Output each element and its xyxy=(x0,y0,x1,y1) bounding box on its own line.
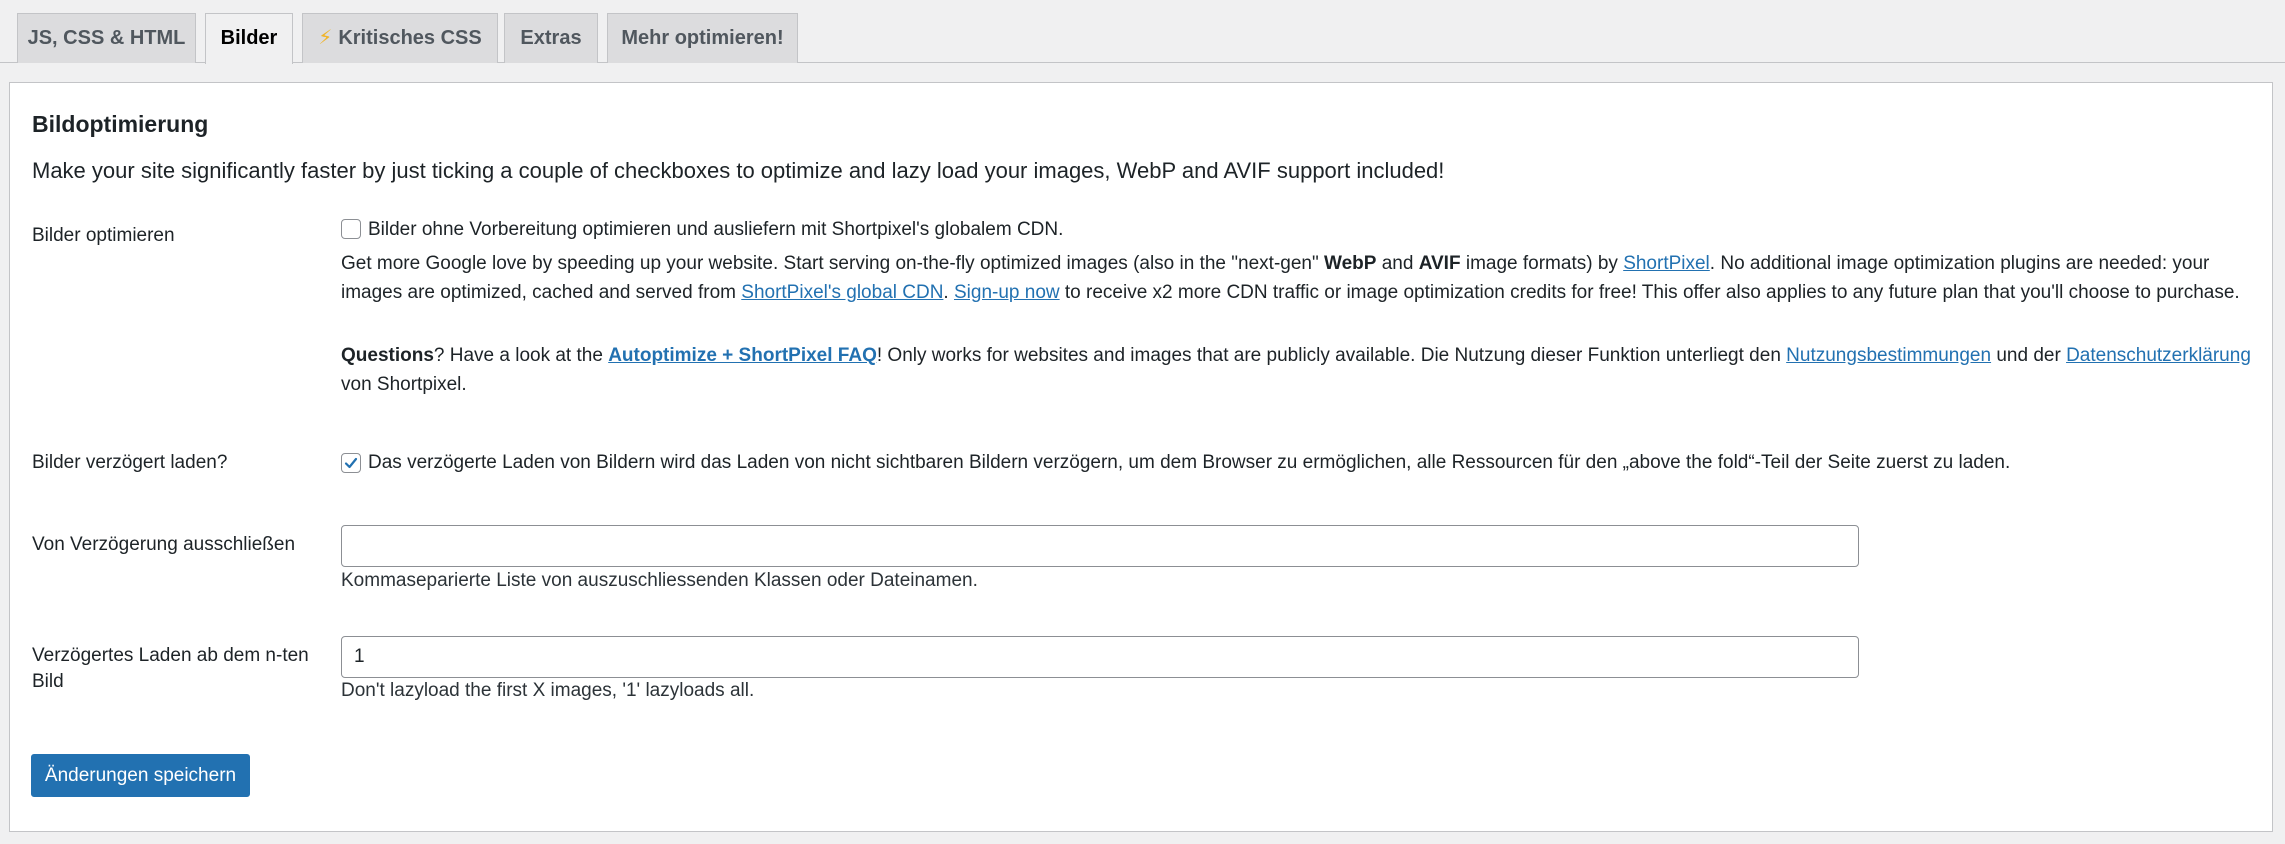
tab-kritisches-css-label: Kritisches CSS xyxy=(338,27,482,49)
optimize-images-checkbox[interactable] xyxy=(341,219,361,239)
lazyload-checkbox-label[interactable]: Das verzögerte Laden von Bildern wird da… xyxy=(368,448,2010,477)
settings-panel: Bildoptimierung Make your site significa… xyxy=(9,82,2273,832)
desc-text: . xyxy=(943,282,954,303)
shortpixel-link[interactable]: ShortPixel xyxy=(1623,253,1710,274)
signup-link[interactable]: Sign-up now xyxy=(954,282,1060,303)
desc-webp: WebP xyxy=(1324,253,1377,274)
lazyload-checkbox[interactable] xyxy=(341,453,361,473)
optimize-questions: Questions? Have a look at the Autoptimiz… xyxy=(341,341,2266,399)
desc-text: and xyxy=(1376,253,1419,274)
shortpixel-cdn-link[interactable]: ShortPixel's global CDN xyxy=(741,282,943,303)
save-button[interactable]: Änderungen speichern xyxy=(31,754,250,797)
optimize-images-checkbox-label[interactable]: Bilder ohne Vorbereitung optimieren und … xyxy=(368,215,1063,244)
questions-label: Questions xyxy=(341,345,434,366)
tab-extras[interactable]: Extras xyxy=(504,13,598,63)
tab-bar: JS, CSS & HTML Bilder ⚡ Kritisches CSS Ex… xyxy=(0,0,2285,64)
section-intro: Make your site significantly faster by j… xyxy=(32,158,1445,183)
lightning-icon: ⚡ xyxy=(318,27,333,49)
section-title: Bildoptimierung xyxy=(32,111,209,137)
checkmark-icon xyxy=(344,457,358,469)
privacy-link[interactable]: Datenschutzerklärung xyxy=(2066,345,2251,366)
desc-text: ! Only works for websites and images tha… xyxy=(876,345,1787,366)
tab-js-css-html[interactable]: JS, CSS & HTML xyxy=(17,13,196,63)
desc-text: und der xyxy=(1991,345,2067,366)
lazy-from-input[interactable]: 1 xyxy=(341,636,1859,678)
exclude-hint: Kommaseparierte Liste von auszuschliesse… xyxy=(341,570,978,591)
lazy-from-hint: Don't lazyload the first X images, '1' l… xyxy=(341,680,755,701)
terms-link[interactable]: Nutzungsbestimmungen xyxy=(1786,345,1991,366)
desc-text: von Shortpixel. xyxy=(341,374,467,395)
faq-link[interactable]: Autoptimize + ShortPixel FAQ xyxy=(608,345,877,366)
exclude-input[interactable] xyxy=(341,525,1859,567)
desc-text: Get more Google love by speeding up your… xyxy=(341,253,1324,274)
optimize-description: Get more Google love by speeding up your… xyxy=(341,249,2266,307)
desc-text: image formats) by xyxy=(1460,253,1624,274)
lazyload-label: Bilder verzögert laden? xyxy=(32,452,228,473)
desc-avif: AVIF xyxy=(1418,253,1461,274)
tab-mehr-optimieren[interactable]: Mehr optimieren! xyxy=(607,13,798,63)
optimize-images-label: Bilder optimieren xyxy=(32,225,175,246)
desc-text: to receive x2 more CDN traffic or image … xyxy=(1059,282,2240,303)
desc-text: ? Have a look at the xyxy=(433,345,609,366)
tab-bilder[interactable]: Bilder xyxy=(205,13,293,64)
lazy-from-label: Verzögertes Laden ab dem n-ten Bild xyxy=(32,645,309,692)
exclude-label: Von Verzögerung ausschließen xyxy=(32,534,296,555)
tab-kritisches-css[interactable]: ⚡ Kritisches CSS xyxy=(302,13,498,63)
